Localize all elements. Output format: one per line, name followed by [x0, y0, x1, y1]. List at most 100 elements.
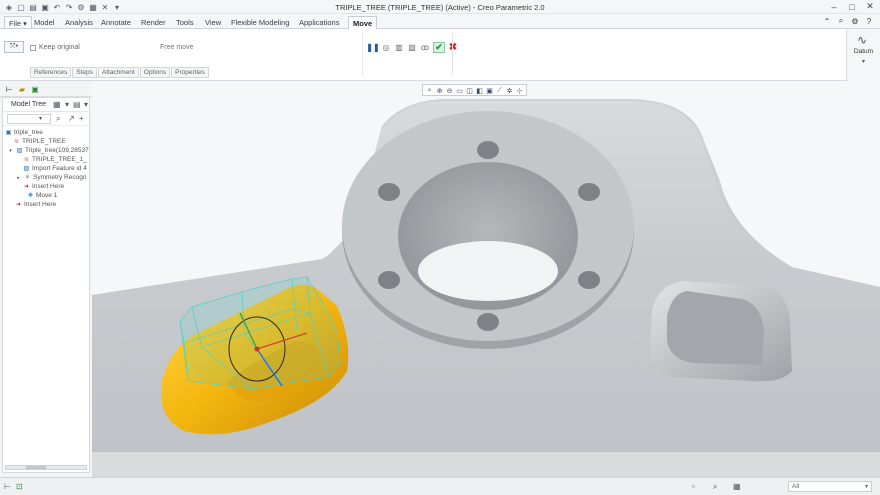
- tree-columns-dropdown-icon[interactable]: ▾: [84, 100, 88, 109]
- subtab-properties[interactable]: Properties: [171, 67, 209, 78]
- zoom-in-icon[interactable]: ⊕: [435, 86, 444, 95]
- select-icon[interactable]: ↗: [68, 114, 75, 123]
- bolt-hole[interactable]: [578, 183, 600, 201]
- datum-display-icon[interactable]: ⟋: [495, 86, 504, 95]
- reorient-icon[interactable]: ◫: [465, 86, 474, 95]
- settings-icon[interactable]: ⚙: [850, 16, 860, 26]
- bolt-hole[interactable]: [378, 271, 400, 289]
- tab-render[interactable]: Render: [137, 16, 170, 29]
- tab-view[interactable]: View: [201, 16, 225, 29]
- subtab-references[interactable]: References: [30, 67, 72, 78]
- move-icon: ✥: [27, 193, 34, 199]
- saved-views-icon[interactable]: ◧: [475, 86, 484, 95]
- verify-icon[interactable]: ▥: [394, 43, 404, 53]
- tab-file[interactable]: File ▾: [4, 16, 32, 29]
- status-icon[interactable]: ▫: [692, 482, 695, 491]
- tree-item[interactable]: ≋ TRIPLE_TREE_1_: [23, 155, 87, 164]
- dashboard-controls: ❚❚ ◎ ▥ ▧ ꝏ ✔ ✖: [366, 42, 458, 53]
- subtab-attachment[interactable]: Attachment: [97, 67, 139, 78]
- tree-dropdown-icon[interactable]: ▾: [65, 100, 69, 109]
- collapse-icon[interactable]: ▾: [7, 147, 14, 154]
- bolt-hole[interactable]: [477, 141, 499, 159]
- search-icon[interactable]: ⌕: [836, 16, 846, 26]
- find-status-icon[interactable]: ⌕: [713, 482, 717, 492]
- preview-icon[interactable]: ◎: [381, 43, 391, 53]
- tree-columns-icon[interactable]: ▤: [73, 100, 81, 109]
- tree-item[interactable]: ▣ triple_tree: [5, 128, 43, 137]
- insert-arrow-icon: ➜: [15, 202, 22, 208]
- bolt-hole[interactable]: [477, 313, 499, 331]
- bolt-hole[interactable]: [578, 271, 600, 289]
- tree-settings-icon[interactable]: ▦: [53, 100, 61, 109]
- search-dropdown-icon[interactable]: ▾: [39, 115, 42, 122]
- tab-flexible-modeling[interactable]: Flexible Modeling: [227, 16, 293, 29]
- tab-tools[interactable]: Tools: [172, 16, 198, 29]
- model-tree-tab-icon[interactable]: ⊢: [4, 84, 14, 94]
- ok-button[interactable]: ✔: [433, 42, 445, 53]
- move-type-dropdown[interactable]: ⤧▾: [4, 41, 24, 53]
- favorites-tab-icon[interactable]: ▣: [30, 84, 40, 94]
- tab-move[interactable]: Move: [348, 16, 378, 29]
- zoom-out-icon[interactable]: ⊖: [445, 86, 454, 95]
- expand-icon[interactable]: ▸: [15, 174, 22, 181]
- subtab-steps[interactable]: Steps: [72, 67, 97, 78]
- tree-item[interactable]: ▾ ▨ Triple_tree(109,28537: [7, 146, 88, 155]
- ribbon-separator: [362, 33, 363, 75]
- add-icon[interactable]: +: [79, 114, 84, 123]
- tree-item[interactable]: ≋ TRIPLE_TREE: [13, 137, 66, 146]
- selection-filter[interactable]: All ▾: [788, 481, 872, 492]
- datum-dropdown-icon[interactable]: ▾: [847, 58, 880, 65]
- cancel-button[interactable]: ✖: [448, 42, 458, 53]
- datum-group[interactable]: ∿ Datum ▾: [846, 29, 880, 81]
- display-style-icon[interactable]: ▣: [485, 86, 494, 95]
- glasses-icon[interactable]: ꝏ: [420, 43, 430, 53]
- layer-icon: ≋: [23, 157, 30, 163]
- model-tree-toggle-icon[interactable]: ⊢: [4, 482, 11, 491]
- ribbon-separator: [452, 33, 453, 75]
- scrollbar-thumb[interactable]: [26, 466, 46, 469]
- tab-annotate[interactable]: Annotate: [97, 16, 135, 29]
- bore-through: [418, 241, 558, 301]
- navigator-tabs: ⊢ ▰ ▣: [0, 81, 92, 97]
- keep-original-label: Keep original: [39, 44, 80, 51]
- refit-icon[interactable]: ⌕: [425, 86, 434, 95]
- graphics-window[interactable]: ⌕ ⊕ ⊖ ▭ ◫ ◧ ▣ ⟋ ✲ ⊹: [92, 81, 880, 477]
- model-view[interactable]: [92, 81, 880, 477]
- import-icon: ▨: [16, 148, 23, 154]
- attach-geometry-icon[interactable]: ▧: [407, 43, 417, 53]
- tab-model[interactable]: Model: [30, 16, 58, 29]
- tree-horizontal-scrollbar[interactable]: [5, 465, 87, 470]
- tree-item[interactable]: ✥ Move 1: [27, 191, 57, 200]
- bolt-hole[interactable]: [378, 183, 400, 201]
- help-icon[interactable]: ?: [864, 16, 874, 26]
- find-icon[interactable]: ⌕: [56, 114, 60, 124]
- subtab-options[interactable]: Options: [139, 67, 171, 78]
- pause-icon[interactable]: ❚❚: [366, 43, 379, 53]
- folder-browser-tab-icon[interactable]: ▰: [17, 84, 27, 94]
- selection-filter-value: All: [792, 483, 800, 490]
- close-icon[interactable]: ✕: [864, 1, 876, 12]
- tree-item[interactable]: ➜ Insert Here: [23, 182, 64, 191]
- ribbon-tabs: File ▾ Model Analysis Annotate Render To…: [0, 14, 880, 29]
- move-ribbon: ⤧▾ Keep original Free move ❚❚ ◎ ▥ ▧ ꝏ ✔ …: [0, 29, 880, 81]
- window-controls: – □ ✕: [828, 1, 876, 12]
- spin-center-icon[interactable]: ✲: [505, 86, 514, 95]
- minimize-icon[interactable]: –: [828, 1, 840, 12]
- tree-search-input[interactable]: [7, 114, 51, 124]
- tree-item[interactable]: ➜ Insert Here: [15, 200, 56, 209]
- tree-item[interactable]: ▧ Import Feature id 4: [23, 164, 87, 173]
- model-tree-header: Model Tree ▦ ▾ ▤ ▾: [3, 98, 89, 112]
- minimize-ribbon-icon[interactable]: ⌃: [822, 16, 832, 26]
- keep-original-checkbox[interactable]: [30, 44, 36, 51]
- repaint-icon[interactable]: ▭: [455, 86, 464, 95]
- maximize-icon[interactable]: □: [846, 1, 858, 12]
- title-bar: ◈ ▢ ▤ ▣ ↶ ↷ ⚙ ▦ ✕ ▾ TRIPLE_TREE (TRIPLE_…: [0, 0, 880, 14]
- dragger-center[interactable]: [254, 346, 260, 352]
- tab-analysis[interactable]: Analysis: [61, 16, 97, 29]
- tree-item[interactable]: ▸ ⚘ Symmetry Recogn: [15, 173, 86, 182]
- keep-original-option[interactable]: Keep original: [30, 44, 80, 51]
- browser-toggle-icon[interactable]: ⊡: [16, 482, 23, 491]
- selection-icon[interactable]: ▦: [733, 482, 741, 491]
- tab-applications[interactable]: Applications: [295, 16, 343, 29]
- annotation-display-icon[interactable]: ⊹: [515, 86, 524, 95]
